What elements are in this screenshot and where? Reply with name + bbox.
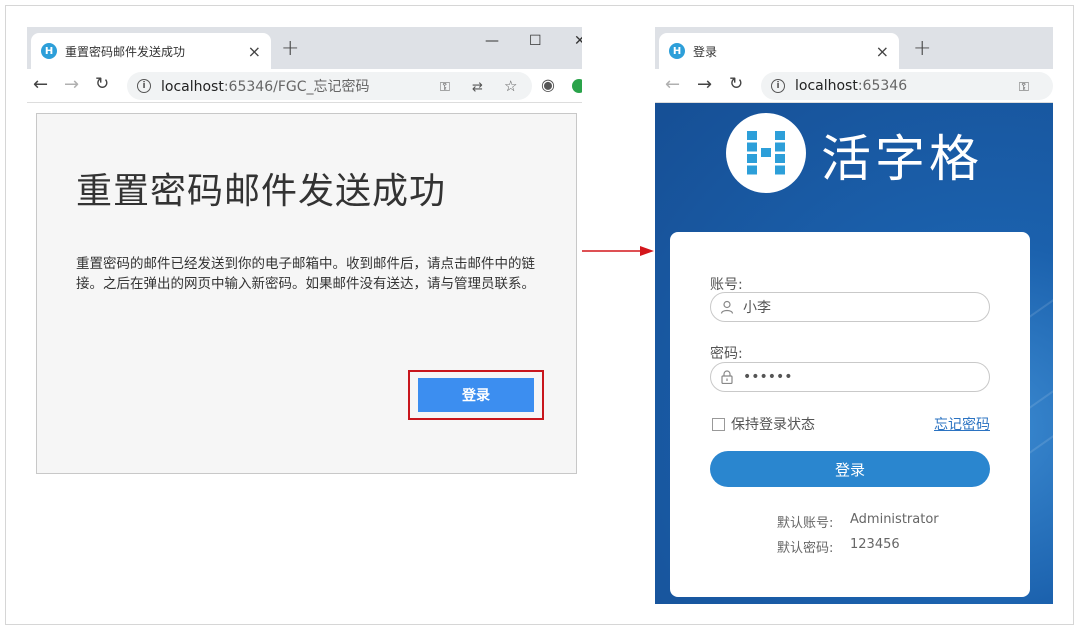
left-browser-window: H 重置密码邮件发送成功 × + — ☐ ✕ ← → ↻ i localhost… <box>27 27 582 487</box>
tab-title: 登录 <box>693 44 718 59</box>
info-icon[interactable]: i <box>771 79 785 93</box>
extension-icon[interactable] <box>572 79 582 93</box>
back-icon[interactable]: ← <box>33 74 48 95</box>
user-icon <box>719 300 735 314</box>
toolbar: ← → ↻ i localhost:65346/FGC_忘记密码 ⚿ ⇄ ☆ ◉ <box>27 69 582 103</box>
maximize-icon[interactable]: ☐ <box>529 33 542 49</box>
translate-icon[interactable]: ⇄ <box>472 80 483 95</box>
default-account-label: 默认账号: <box>777 516 834 531</box>
app-favicon-icon: H <box>41 43 57 59</box>
logo-h-icon <box>747 131 785 175</box>
key-icon[interactable]: ⚿ <box>1019 80 1029 95</box>
password-value: •••••• <box>743 369 793 385</box>
highlight-box: 登录 <box>408 370 544 420</box>
default-password-row: 默认密码: 123456 <box>777 537 900 556</box>
tab-login[interactable]: H 登录 × <box>659 33 899 69</box>
forgot-password-link[interactable]: 忘记密码 <box>934 414 990 434</box>
login-page: 活字格 账号: 小李 密码: •••••• 保持登录状态 忘记密码 登录 默认账… <box>655 103 1053 604</box>
address-bar[interactable]: i localhost:65346 ⚿ <box>761 72 1053 100</box>
new-tab-icon[interactable]: + <box>913 36 931 61</box>
remember-checkbox[interactable] <box>712 417 725 431</box>
account-value: 小李 <box>743 300 771 316</box>
page-content: 重置密码邮件发送成功 重置密码的邮件已经发送到你的电子邮箱中。收到邮件后，请点击… <box>27 103 582 487</box>
logo <box>726 113 806 193</box>
account-input[interactable]: 小李 <box>710 292 990 322</box>
login-button[interactable]: 登录 <box>710 451 990 487</box>
tab-close-icon[interactable]: × <box>876 42 889 61</box>
page-title: 重置密码邮件发送成功 <box>76 171 447 212</box>
minimize-icon[interactable]: — <box>485 33 499 49</box>
tab-title: 重置密码邮件发送成功 <box>65 44 186 59</box>
tab-bar: H 重置密码邮件发送成功 × + — ☐ ✕ <box>27 27 582 69</box>
logo-text: 活字格 <box>821 130 983 188</box>
toolbar: ← → ↻ i localhost:65346 ⚿ <box>655 69 1053 103</box>
star-icon[interactable]: ☆ <box>504 77 517 95</box>
arrow-icon <box>582 246 654 256</box>
address-bar[interactable]: i localhost:65346/FGC_忘记密码 ⚿ ⇄ ☆ <box>127 72 532 100</box>
forward-icon[interactable]: → <box>697 74 712 95</box>
remember-login[interactable]: 保持登录状态 <box>712 414 815 434</box>
back-icon[interactable]: ← <box>665 74 680 95</box>
tab-close-icon[interactable]: × <box>248 42 261 61</box>
tab-bar: H 登录 × + <box>655 27 1053 69</box>
reload-icon[interactable]: ↻ <box>95 74 109 94</box>
password-label: 密码: <box>710 346 743 362</box>
default-account-value: Administrator <box>850 512 939 527</box>
login-form: 账号: 小李 密码: •••••• 保持登录状态 忘记密码 登录 默认账号: A… <box>670 232 1030 597</box>
lock-icon <box>719 370 735 384</box>
message-text: 重置密码的邮件已经发送到你的电子邮箱中。收到邮件后，请点击邮件中的链接。之后在弹… <box>76 256 535 292</box>
login-button[interactable]: 登录 <box>418 378 534 412</box>
tab-reset-success[interactable]: H 重置密码邮件发送成功 × <box>31 33 271 69</box>
default-account-row: 默认账号: Administrator <box>777 512 939 531</box>
forward-icon[interactable]: → <box>64 74 79 95</box>
message-panel: 重置密码邮件发送成功 重置密码的邮件已经发送到你的电子邮箱中。收到邮件后，请点击… <box>36 113 577 474</box>
default-password-value: 123456 <box>850 537 900 552</box>
info-icon[interactable]: i <box>137 79 151 93</box>
remember-label: 保持登录状态 <box>731 417 815 433</box>
new-tab-icon[interactable]: + <box>281 36 299 61</box>
account-label: 账号: <box>710 277 743 293</box>
profile-icon[interactable]: ◉ <box>541 75 555 94</box>
app-favicon-icon: H <box>669 43 685 59</box>
url-text: localhost:65346/FGC_忘记密码 <box>161 79 370 95</box>
key-icon[interactable]: ⚿ <box>440 80 450 95</box>
url-text: localhost:65346 <box>795 78 908 94</box>
password-input[interactable]: •••••• <box>710 362 990 392</box>
window-close-icon[interactable]: ✕ <box>574 33 582 49</box>
default-password-label: 默认密码: <box>777 541 834 556</box>
reload-icon[interactable]: ↻ <box>729 74 743 94</box>
right-browser-window: H 登录 × + ← → ↻ i localhost:65346 ⚿ 活字格 账… <box>655 27 1053 604</box>
